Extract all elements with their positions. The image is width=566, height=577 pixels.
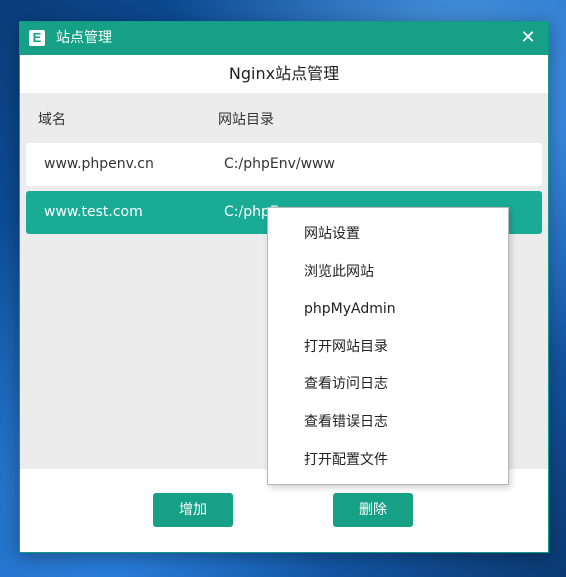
- table-header: 域名 网站目录: [20, 93, 548, 141]
- table-row[interactable]: www.phpenv.cn C:/phpEnv/www: [26, 143, 542, 186]
- column-header-directory: 网站目录: [218, 112, 274, 128]
- row-domain: www.phpenv.cn: [44, 156, 154, 172]
- menu-item-browse-site[interactable]: 浏览此网站: [268, 253, 508, 291]
- row-domain: www.test.com: [44, 204, 143, 220]
- window-title: 站点管理: [56, 30, 112, 46]
- menu-item-site-settings[interactable]: 网站设置: [268, 215, 508, 253]
- page-title: Nginx站点管理: [228, 64, 340, 83]
- menu-item-view-error-log[interactable]: 查看错误日志: [268, 403, 508, 441]
- close-icon[interactable]: ✕: [514, 26, 542, 50]
- app-logo-icon: E: [29, 30, 45, 46]
- add-button[interactable]: 增加: [153, 493, 233, 527]
- menu-item-open-site-directory[interactable]: 打开网站目录: [268, 328, 508, 366]
- menu-item-view-access-log[interactable]: 查看访问日志: [268, 365, 508, 403]
- menu-item-phpmyadmin[interactable]: phpMyAdmin: [268, 290, 508, 328]
- context-menu: 网站设置 浏览此网站 phpMyAdmin 打开网站目录 查看访问日志 查看错误…: [267, 207, 509, 485]
- delete-button[interactable]: 删除: [333, 493, 413, 527]
- menu-item-open-config-file[interactable]: 打开配置文件: [268, 441, 508, 479]
- title-bar[interactable]: E 站点管理 ✕: [20, 22, 548, 55]
- row-directory: C:/phpEnv/www: [224, 156, 335, 172]
- column-header-domain: 域名: [38, 112, 66, 128]
